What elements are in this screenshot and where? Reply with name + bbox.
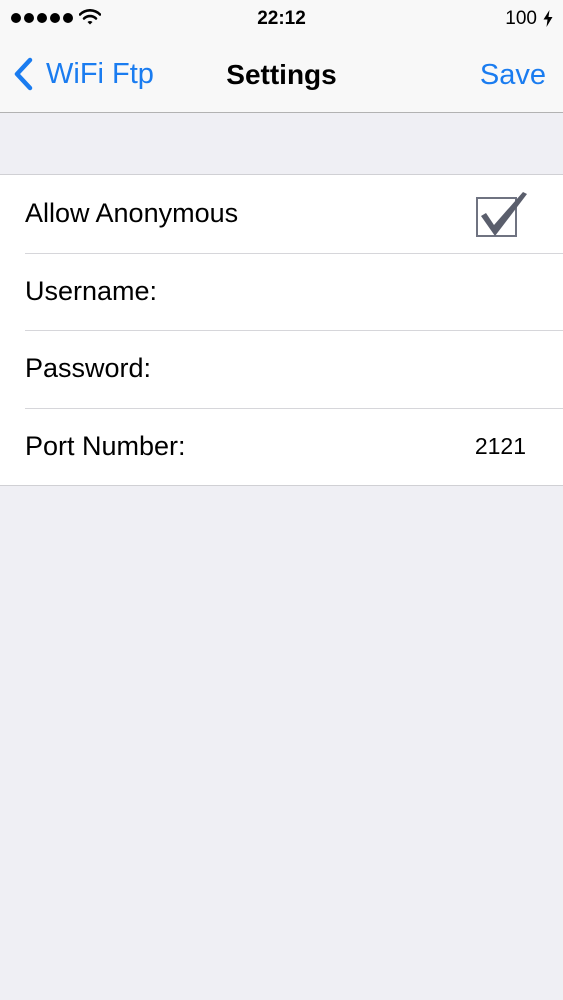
port-field[interactable] [366, 432, 526, 460]
status-bar: 22:12 100 [0, 0, 563, 38]
password-row: Password: [0, 330, 563, 408]
page-title: Settings [226, 59, 337, 90]
password-label: Password: [25, 353, 152, 384]
battery-level: 100 [505, 8, 537, 29]
port-row: Port Number: [0, 407, 563, 486]
username-row: Username: [0, 252, 563, 331]
clock: 22:12 [257, 8, 306, 29]
allow-anonymous-row[interactable]: Allow Anonymous [0, 175, 563, 253]
password-field[interactable] [163, 348, 526, 389]
save-button[interactable]: Save [480, 59, 546, 92]
nav-bar: WiFi Ftp Settings Save [0, 38, 563, 113]
bolt-icon [543, 10, 553, 27]
username-field[interactable] [169, 271, 526, 312]
settings-list: Allow Anonymous Username: Password: Port… [0, 174, 563, 486]
allow-anonymous-checkbox[interactable] [474, 189, 530, 239]
port-label: Port Number: [25, 430, 186, 461]
username-label: Username: [25, 275, 158, 306]
allow-anonymous-label: Allow Anonymous [25, 198, 239, 229]
